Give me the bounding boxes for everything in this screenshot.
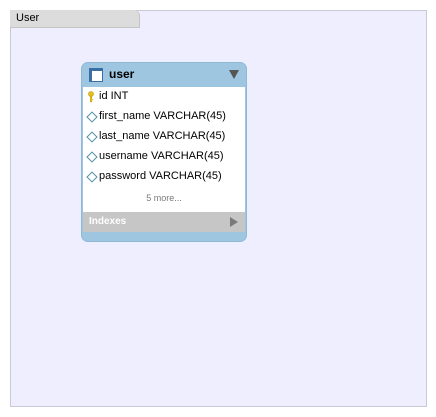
column-row[interactable]: first_name VARCHAR(45) (83, 107, 245, 127)
indexes-section[interactable]: Indexes (83, 212, 245, 232)
layer-title: User (16, 12, 40, 24)
column-label: first_name VARCHAR(45) (99, 110, 226, 122)
table-user[interactable]: user id INT first_name VARCHAR(45) last_… (82, 63, 246, 241)
table-header[interactable]: user (82, 63, 246, 87)
table-columns: id INT first_name VARCHAR(45) last_name … (83, 87, 245, 212)
layer-title-tab[interactable]: User (10, 10, 140, 28)
primary-key-icon (88, 91, 94, 103)
collapse-triangle-icon[interactable] (229, 70, 239, 79)
column-label: username VARCHAR(45) (99, 150, 224, 162)
expand-triangle-icon[interactable] (230, 217, 238, 227)
column-diamond-icon (86, 131, 98, 143)
column-row[interactable]: last_name VARCHAR(45) (83, 127, 245, 147)
table-footer (82, 232, 246, 241)
column-row[interactable]: id INT (83, 87, 245, 107)
table-title: user (109, 67, 135, 81)
column-diamond-icon (86, 151, 98, 163)
more-columns-link[interactable]: 5 more... (83, 193, 245, 203)
indexes-label: Indexes (89, 216, 127, 227)
column-row[interactable]: password VARCHAR(45) (83, 167, 245, 187)
column-label: password VARCHAR(45) (99, 170, 222, 182)
column-diamond-icon (86, 171, 98, 183)
table-icon (89, 68, 103, 82)
column-diamond-icon (86, 111, 98, 123)
column-label: id INT (99, 90, 129, 102)
column-row[interactable]: username VARCHAR(45) (83, 147, 245, 167)
column-label: last_name VARCHAR(45) (99, 130, 226, 142)
